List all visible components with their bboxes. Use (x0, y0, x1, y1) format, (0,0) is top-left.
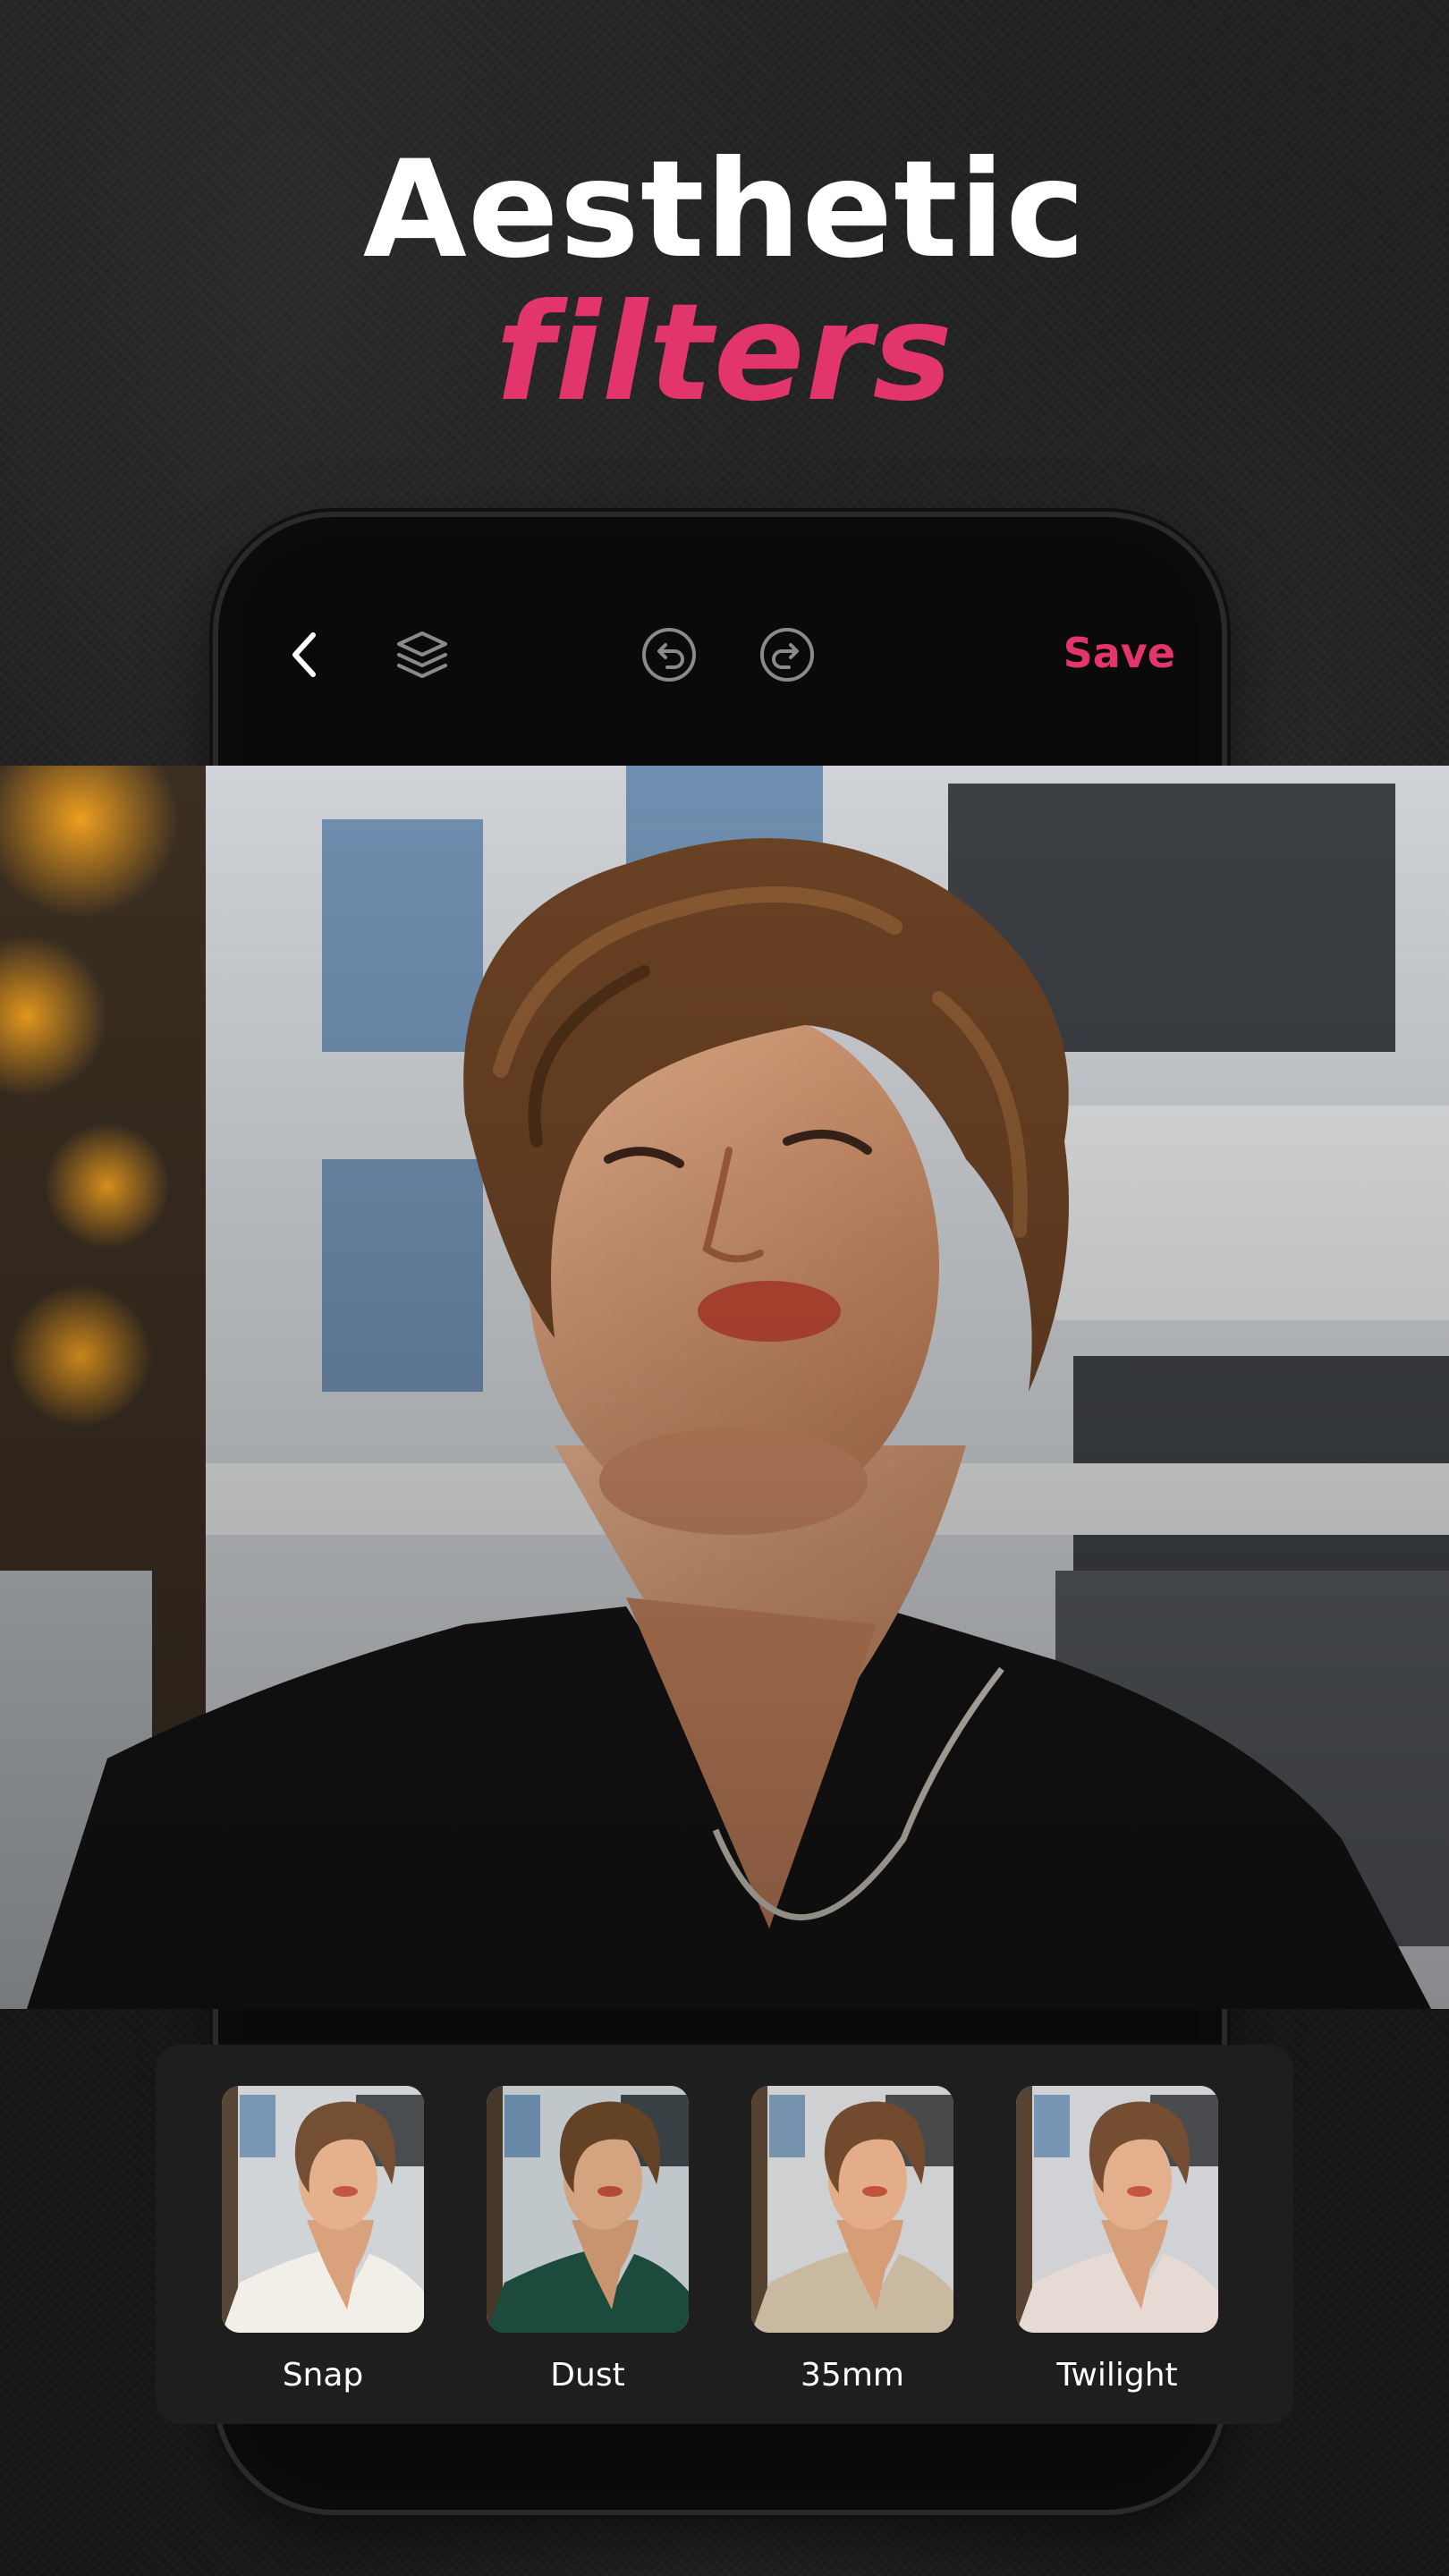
redo-icon (760, 628, 814, 682)
back-button[interactable] (275, 626, 333, 683)
filter-thumbnail[interactable] (1016, 2086, 1218, 2333)
portrait-photo (0, 766, 1449, 2009)
photo-preview (0, 766, 1449, 2009)
app-store-screenshot: Aesthetic filters Save Snap Dust 35mm Tw… (0, 0, 1449, 2576)
chevron-left-icon (292, 632, 316, 677)
headline-line-1: Aesthetic (362, 132, 1087, 288)
filter-label: Twilight (1056, 2357, 1178, 2394)
filter-thumbnail-image (751, 2086, 953, 2333)
filter-thumbnail[interactable] (751, 2086, 953, 2333)
filter-option[interactable]: Snap (222, 2086, 424, 2395)
filter-thumbnail[interactable] (222, 2086, 424, 2333)
filter-thumbnail-image (222, 2086, 424, 2333)
editor-toolbar: Save (240, 590, 1200, 716)
layers-icon (397, 631, 447, 678)
filter-option[interactable]: Twilight (1016, 2086, 1218, 2395)
save-button[interactable]: Save (1063, 624, 1175, 682)
redo-button[interactable] (758, 626, 816, 683)
layers-button[interactable] (394, 626, 451, 683)
undo-button[interactable] (640, 626, 698, 683)
filter-option[interactable]: Dust (487, 2086, 689, 2395)
filter-panel: Snap Dust 35mm Twilight (156, 2045, 1293, 2424)
filter-label: Snap (282, 2357, 364, 2394)
filter-thumbnail-image (487, 2086, 689, 2333)
headline: Aesthetic filters (0, 143, 1449, 420)
filter-option[interactable]: 35mm (751, 2086, 953, 2395)
filter-label: Dust (550, 2357, 625, 2394)
filter-thumbnail-image (1016, 2086, 1218, 2333)
undo-icon (642, 628, 696, 682)
filter-label: 35mm (801, 2357, 904, 2394)
headline-line-2: filters (496, 275, 953, 431)
filter-thumbnail[interactable] (487, 2086, 689, 2333)
